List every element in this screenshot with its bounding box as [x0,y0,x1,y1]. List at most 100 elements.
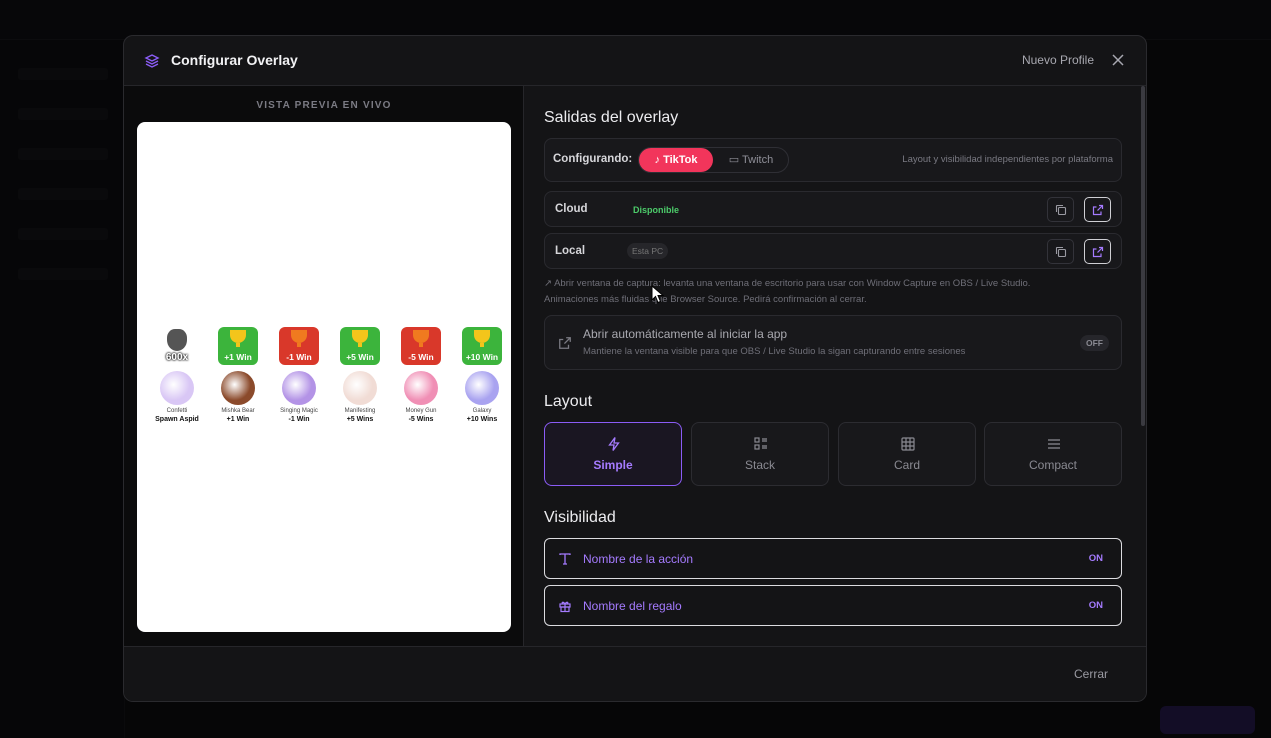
win-badge: -1 Win [279,327,319,365]
auto-open-toggle[interactable]: OFF [1080,335,1109,351]
open-cloud-window-button[interactable] [1084,197,1111,222]
note-line-2: Animaciones más fluidas que Browser Sour… [544,294,867,305]
preview-gift-item: 600x Confetti Spawn Aspid [149,327,205,423]
gift-action: Spawn Aspid [155,416,199,423]
preview-gift-item: +1 Win Mishka Bear +1 Win [210,327,266,423]
status-badge: Esta PC [627,243,669,259]
twitch-icon: ▭ [728,154,740,166]
trophy-icon [230,330,246,343]
layout-option-simple[interactable]: Simple [544,422,682,486]
configuring-label: Configurando: [553,153,633,165]
visibility-action-name[interactable]: Nombre de la acción ON [544,538,1122,579]
note-line-1: Abrir ventana de captura: levanta una ve… [554,278,1031,289]
win-badge-label: +10 Win [465,352,499,362]
layout-option-card[interactable]: Card [838,422,976,486]
output-local-name: Local [555,245,586,257]
trophy-stem [419,343,423,347]
visibility-toggle[interactable]: ON [1089,553,1103,564]
platform-selector-card: Configurando: ♪ TikTok ▭ Twitch Layout y… [544,138,1122,182]
modal-header: Configurar Overlay Nuevo Profile [124,36,1146,86]
layout-option-label: Simple [593,458,633,472]
copy-icon [1055,246,1067,258]
open-local-window-button[interactable] [1084,239,1111,264]
gift-name: Singing Magic [280,408,318,414]
tiktok-icon: ♪ [654,154,661,166]
gift-action: -5 Wins [408,416,434,423]
win-badge-label: -5 Win [408,352,434,362]
trophy-stem [236,343,240,347]
gift-icon [465,371,499,405]
win-badge: +10 Win [462,327,502,365]
goat-icon [167,329,187,351]
gift-action: +10 Wins [466,416,498,423]
layout-option-stack[interactable]: Stack [691,422,829,486]
combo-count: 600x [165,352,189,363]
layout-option-label: Stack [744,458,775,472]
trophy-icon [352,330,368,343]
trophy-icon [291,330,307,343]
visibility-item-label: Nombre del regalo [583,599,682,613]
auto-open-title: Abrir automáticamente al iniciar la app [583,327,788,341]
win-badge-label: -1 Win [286,352,312,362]
trophy-stem [297,343,301,347]
output-cloud-row: Cloud Disponible [544,191,1122,227]
layout-option-compact[interactable]: Compact [984,422,1122,486]
close-button[interactable]: Cerrar [1074,667,1108,681]
win-badge: +5 Win [340,327,380,365]
gift-icon [282,371,316,405]
visibility-item-label: Nombre de la acción [583,552,694,566]
tab-twitch-label: Twitch [742,154,774,166]
gift-name: Galaxy [472,408,492,414]
settings-pane[interactable]: Salidas del overlay Configurando: ♪ TikT… [525,86,1146,646]
trophy-icon [474,330,490,343]
copy-icon [1055,204,1067,216]
gift-action: +1 Win [226,416,250,423]
grid-icon [901,437,915,451]
text-icon [559,553,571,565]
profile-name: Nuevo Profile [1021,53,1094,67]
layers-icon [144,54,160,68]
combo-badge: 600x [157,327,197,365]
gift-icon [559,601,571,613]
gift-icon [160,371,194,405]
platform-hint: Layout y visibilidad independientes por … [902,154,1113,165]
mouse-cursor-icon [651,285,664,304]
gift-name: Confetti [166,408,188,414]
gift-name: Money Gun [405,408,437,414]
tab-tiktok[interactable]: ♪ TikTok [639,148,713,172]
external-link-icon [1092,246,1104,258]
tab-tiktok-label: TikTok [663,154,698,166]
visibility-gift-name[interactable]: Nombre del regalo ON [544,585,1122,626]
copy-cloud-url-button[interactable] [1047,197,1074,222]
win-badge-label: +5 Win [346,352,374,362]
capture-window-note: ↗ Abrir ventana de captura: levanta una … [544,276,1124,308]
visibility-toggle[interactable]: ON [1089,600,1103,611]
win-badge-label: +1 Win [224,352,252,362]
output-local-row: Local Esta PC [544,233,1122,269]
trophy-stem [358,343,362,347]
preview-gift-item: -5 Win Money Gun -5 Wins [393,327,449,423]
visibility-title: Visibilidad [544,509,616,526]
copy-local-url-button[interactable] [1047,239,1074,264]
close-icon[interactable] [1110,52,1126,68]
gift-name: Manifesting [344,408,376,414]
external-link-icon [559,337,571,349]
preview-label: VISTA PREVIA EN VIVO [256,100,392,111]
win-badge: +1 Win [218,327,258,365]
gift-name: Mishka Bear [221,408,255,414]
lightning-icon [608,437,620,451]
auto-open-row[interactable]: Abrir automáticamente al iniciar la app … [544,315,1122,370]
win-badge: -5 Win [401,327,441,365]
modal-title: Configurar Overlay [171,52,298,68]
preview-gift-item: +5 Win Manifesting +5 Wins [332,327,388,423]
trophy-stem [480,343,484,347]
auto-open-subtitle: Mantiene la ventana visible para que OBS… [583,346,966,357]
preview-gift-item: +10 Win Galaxy +10 Wins [454,327,510,423]
list-icon [754,437,767,450]
settings-scrollbar[interactable] [1141,86,1145,426]
status-badge: Disponible [633,205,680,215]
menu-icon [1048,439,1060,449]
tab-twitch[interactable]: ▭ Twitch [713,148,789,172]
layout-option-label: Compact [1028,458,1078,472]
platform-toggle: ♪ TikTok ▭ Twitch [638,147,789,173]
